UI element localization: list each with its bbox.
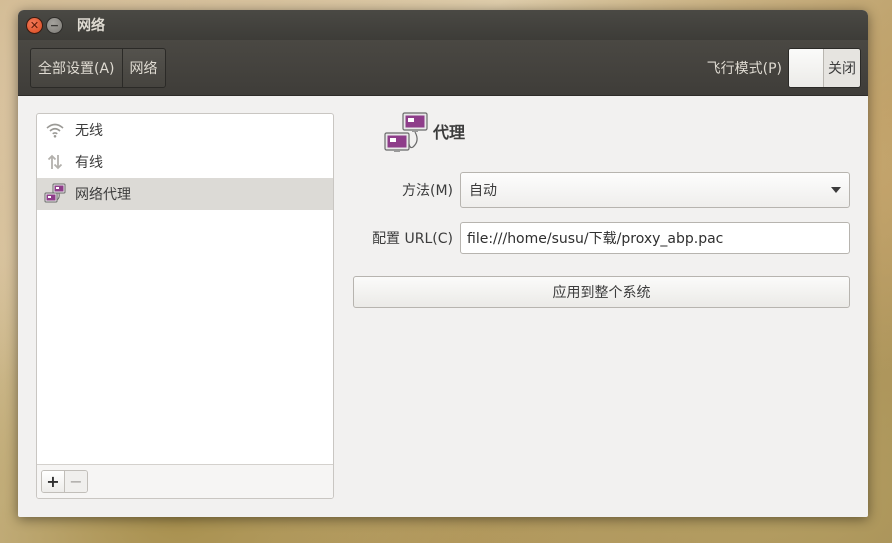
airplane-mode-switch[interactable]: 关闭	[788, 47, 861, 88]
method-select[interactable]: 自动	[460, 172, 850, 208]
breadcrumb: 全部设置(A) 网络	[30, 47, 166, 88]
url-label: 配置 URL(C)	[372, 231, 453, 247]
wired-icon	[44, 151, 66, 173]
breadcrumb-network[interactable]: 网络	[121, 48, 165, 87]
url-row: 配置 URL(C) file:///home/susu/下载/proxy_abp…	[353, 222, 850, 254]
switch-knob[interactable]	[789, 48, 824, 87]
remove-button[interactable]: −	[64, 471, 87, 492]
close-icon: ✕	[29, 18, 40, 32]
proxy-icon	[44, 183, 66, 205]
toolbar: 全部设置(A) 网络 飞行模式(P) 关闭	[18, 40, 868, 96]
method-value: 自动	[469, 183, 497, 199]
config-url-input[interactable]: file:///home/susu/下载/proxy_abp.pac	[460, 222, 850, 254]
device-list-panel: 无线 有线 网络代理 + −	[36, 113, 334, 499]
add-button[interactable]: +	[42, 471, 64, 492]
list-item-wireless[interactable]: 无线	[37, 114, 333, 146]
device-list: 无线 有线 网络代理	[37, 114, 333, 464]
network-window: ✕ − 网络 全部设置(A) 网络 飞行模式(P) 关闭 无线 有线 网络代理 …	[18, 10, 868, 517]
window-title: 网络	[77, 18, 105, 34]
close-button[interactable]: ✕	[26, 16, 43, 34]
minimize-button[interactable]: −	[46, 16, 63, 34]
list-item-proxy[interactable]: 网络代理	[37, 178, 333, 210]
detail-title: 代理	[433, 123, 466, 142]
list-item-label: 无线	[75, 123, 103, 139]
method-row: 方法(M) 自动	[353, 172, 850, 208]
content-area: 无线 有线 网络代理 + − 代理 方法(M) 自动 配置 URL(C) fil…	[18, 96, 868, 517]
titlebar: ✕ − 网络	[18, 10, 868, 40]
add-remove-buttons: + −	[41, 470, 88, 493]
list-item-label: 有线	[75, 155, 103, 171]
chevron-down-icon	[831, 187, 841, 193]
list-footer: + −	[37, 464, 333, 498]
list-item-wired[interactable]: 有线	[37, 146, 333, 178]
switch-state-label: 关闭	[828, 60, 856, 77]
apply-system-wide-button[interactable]: 应用到整个系统	[353, 276, 850, 308]
minimize-icon: −	[49, 18, 60, 32]
breadcrumb-all-settings[interactable]: 全部设置(A)	[31, 49, 122, 87]
proxy-large-icon	[383, 111, 429, 161]
detail-header: 代理	[383, 111, 465, 161]
method-label: 方法(M)	[401, 183, 453, 199]
list-item-label: 网络代理	[75, 187, 131, 203]
wifi-icon	[44, 119, 66, 141]
airplane-mode-label: 飞行模式(P)	[706, 60, 782, 77]
